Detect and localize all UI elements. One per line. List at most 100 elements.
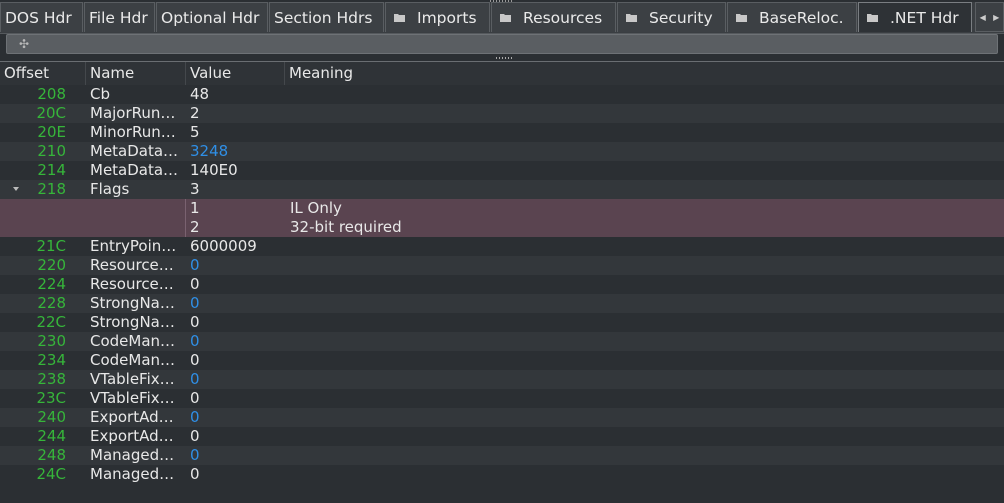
value-link-cell: 0 [190, 294, 200, 312]
value-link-cell: 0 [190, 408, 200, 426]
table-row[interactable]: 234 CodeMan… 0 [0, 351, 1004, 370]
table-row[interactable]: 22C StrongNa… 0 [0, 313, 1004, 332]
flag-value-cell: 2 [190, 218, 200, 236]
value-cell: 2 [190, 104, 200, 122]
column-header-offset[interactable]: Offset [0, 62, 86, 85]
table-row[interactable]: 214 MetaData… 140E0 [0, 161, 1004, 180]
table-row[interactable]: 20E MinorRun… 5 [0, 123, 1004, 142]
offset-cell: 224 [37, 275, 66, 293]
offset-cell: 240 [37, 408, 66, 426]
move-icon[interactable]: ✣ [19, 37, 29, 51]
tab-net-hdr[interactable]: .NET Hdr [858, 2, 972, 32]
name-cell: StrongNa… [90, 313, 175, 331]
net-header-table: Offset Name Value Meaning 208 Cb 48 20C Majo… [0, 61, 1004, 503]
offset-cell: 208 [37, 85, 66, 103]
table-row[interactable]: 238 VTableFix… 0 [0, 370, 1004, 389]
tab-file-hdr[interactable]: File Hdr [84, 2, 155, 32]
offset-cell: 220 [37, 256, 66, 274]
table-row[interactable]: 208 Cb 48 [0, 85, 1004, 104]
name-cell: MinorRun… [90, 123, 176, 141]
offset-cell: 248 [37, 446, 66, 464]
tab-label: Optional Hdr [161, 8, 260, 27]
name-cell: Managed… [90, 446, 175, 464]
value-cell: 0 [190, 351, 200, 369]
tab-label: BaseReloc. [759, 8, 844, 27]
name-cell: VTableFix… [90, 389, 175, 407]
table-row[interactable]: 220 Resource… 0 [0, 256, 1004, 275]
flag-meaning-cell: 32-bit required [290, 218, 402, 236]
offset-cell: 244 [37, 427, 66, 445]
folder-icon [867, 13, 878, 22]
value-cell: 0 [190, 389, 200, 407]
tab-imports[interactable]: Imports [385, 2, 490, 32]
flag-detail-row[interactable]: 2 32-bit required [0, 218, 1004, 237]
table-row[interactable]: 21C EntryPoin… 6000009 [0, 237, 1004, 256]
table-row[interactable]: 210 MetaData… 3248 [0, 142, 1004, 161]
value-link-cell: 3248 [190, 142, 229, 160]
offset-cell: 20C [36, 104, 66, 122]
tab-scroll-buttons: ◀ ▶ [975, 2, 1004, 32]
table-row[interactable]: 218 Flags 3 [0, 180, 1004, 199]
offset-cell: 234 [37, 351, 66, 369]
offset-cell: 23C [36, 389, 66, 407]
name-cell: VTableFix… [90, 370, 175, 388]
tab-section-hdrs[interactable]: Section Hdrs [269, 2, 384, 32]
value-cell: 5 [190, 123, 200, 141]
table-row[interactable]: 224 Resource… 0 [0, 275, 1004, 294]
tab-resources[interactable]: Resources [491, 2, 616, 32]
tab-label: DOS Hdr [5, 8, 72, 27]
value-cell: 48 [190, 85, 210, 103]
tab-optional-hdr[interactable]: Optional Hdr [156, 2, 268, 32]
tab-dos-hdr[interactable]: DOS Hdr [0, 2, 83, 32]
table-row[interactable]: 244 ExportAd… 0 [0, 427, 1004, 446]
name-cell: StrongNa… [90, 294, 175, 312]
column-header-name[interactable]: Name [86, 62, 186, 85]
arrow-right-icon[interactable]: ▶ [990, 2, 1004, 32]
tab-bar: DOS Hdr File Hdr Optional Hdr Section Hd… [0, 2, 1004, 34]
flag-detail-row[interactable]: 1 IL Only [0, 199, 1004, 218]
tab-label: Section Hdrs [274, 8, 373, 27]
value-cell: 140E0 [190, 161, 238, 179]
arrow-left-icon[interactable]: ◀ [976, 2, 990, 32]
folder-icon [394, 13, 405, 22]
flag-meaning-cell: IL Only [290, 199, 342, 217]
table-row[interactable]: 20C MajorRun… 2 [0, 104, 1004, 123]
value-cell: 3 [190, 180, 200, 198]
value-cell: 0 [190, 275, 200, 293]
table-row[interactable]: 230 CodeMan… 0 [0, 332, 1004, 351]
value-cell: 0 [190, 313, 200, 331]
flag-value-cell: 1 [190, 199, 200, 217]
table-row[interactable]: 24C Managed… 0 [0, 465, 1004, 484]
offset-cell: 22C [36, 313, 66, 331]
tab-security[interactable]: Security [617, 2, 726, 32]
folder-icon [500, 13, 511, 22]
table-row[interactable]: 240 ExportAd… 0 [0, 408, 1004, 427]
tab-label: File Hdr [89, 8, 148, 27]
name-cell: Resource… [90, 256, 174, 274]
folder-icon [626, 13, 637, 22]
offset-cell: 218 [37, 180, 66, 198]
column-header-meaning[interactable]: Meaning [285, 62, 1004, 85]
table-row[interactable]: 248 Managed… 0 [0, 446, 1004, 465]
value-cell: 0 [190, 465, 200, 483]
name-cell: ExportAd… [90, 427, 174, 445]
value-link-cell: 0 [190, 256, 200, 274]
toolbar: ✣ [6, 34, 998, 54]
name-cell: Managed… [90, 465, 175, 483]
tab-label: Imports [417, 8, 477, 27]
offset-cell: 228 [37, 294, 66, 312]
column-header-value[interactable]: Value [186, 62, 285, 85]
table-row[interactable]: 228 StrongNa… 0 [0, 294, 1004, 313]
value-link-cell: 0 [190, 446, 200, 464]
name-cell: CodeMan… [90, 332, 176, 350]
name-cell: Resource… [90, 275, 174, 293]
offset-cell: 214 [37, 161, 66, 179]
offset-cell: 230 [37, 332, 66, 350]
name-cell: CodeMan… [90, 351, 176, 369]
value-link-cell: 0 [190, 332, 200, 350]
value-link-cell: 0 [190, 370, 200, 388]
tab-basereloc[interactable]: BaseReloc. [727, 2, 857, 32]
table-row[interactable]: 23C VTableFix… 0 [0, 389, 1004, 408]
table-header: Offset Name Value Meaning [0, 62, 1004, 85]
name-cell: Cb [90, 85, 110, 103]
